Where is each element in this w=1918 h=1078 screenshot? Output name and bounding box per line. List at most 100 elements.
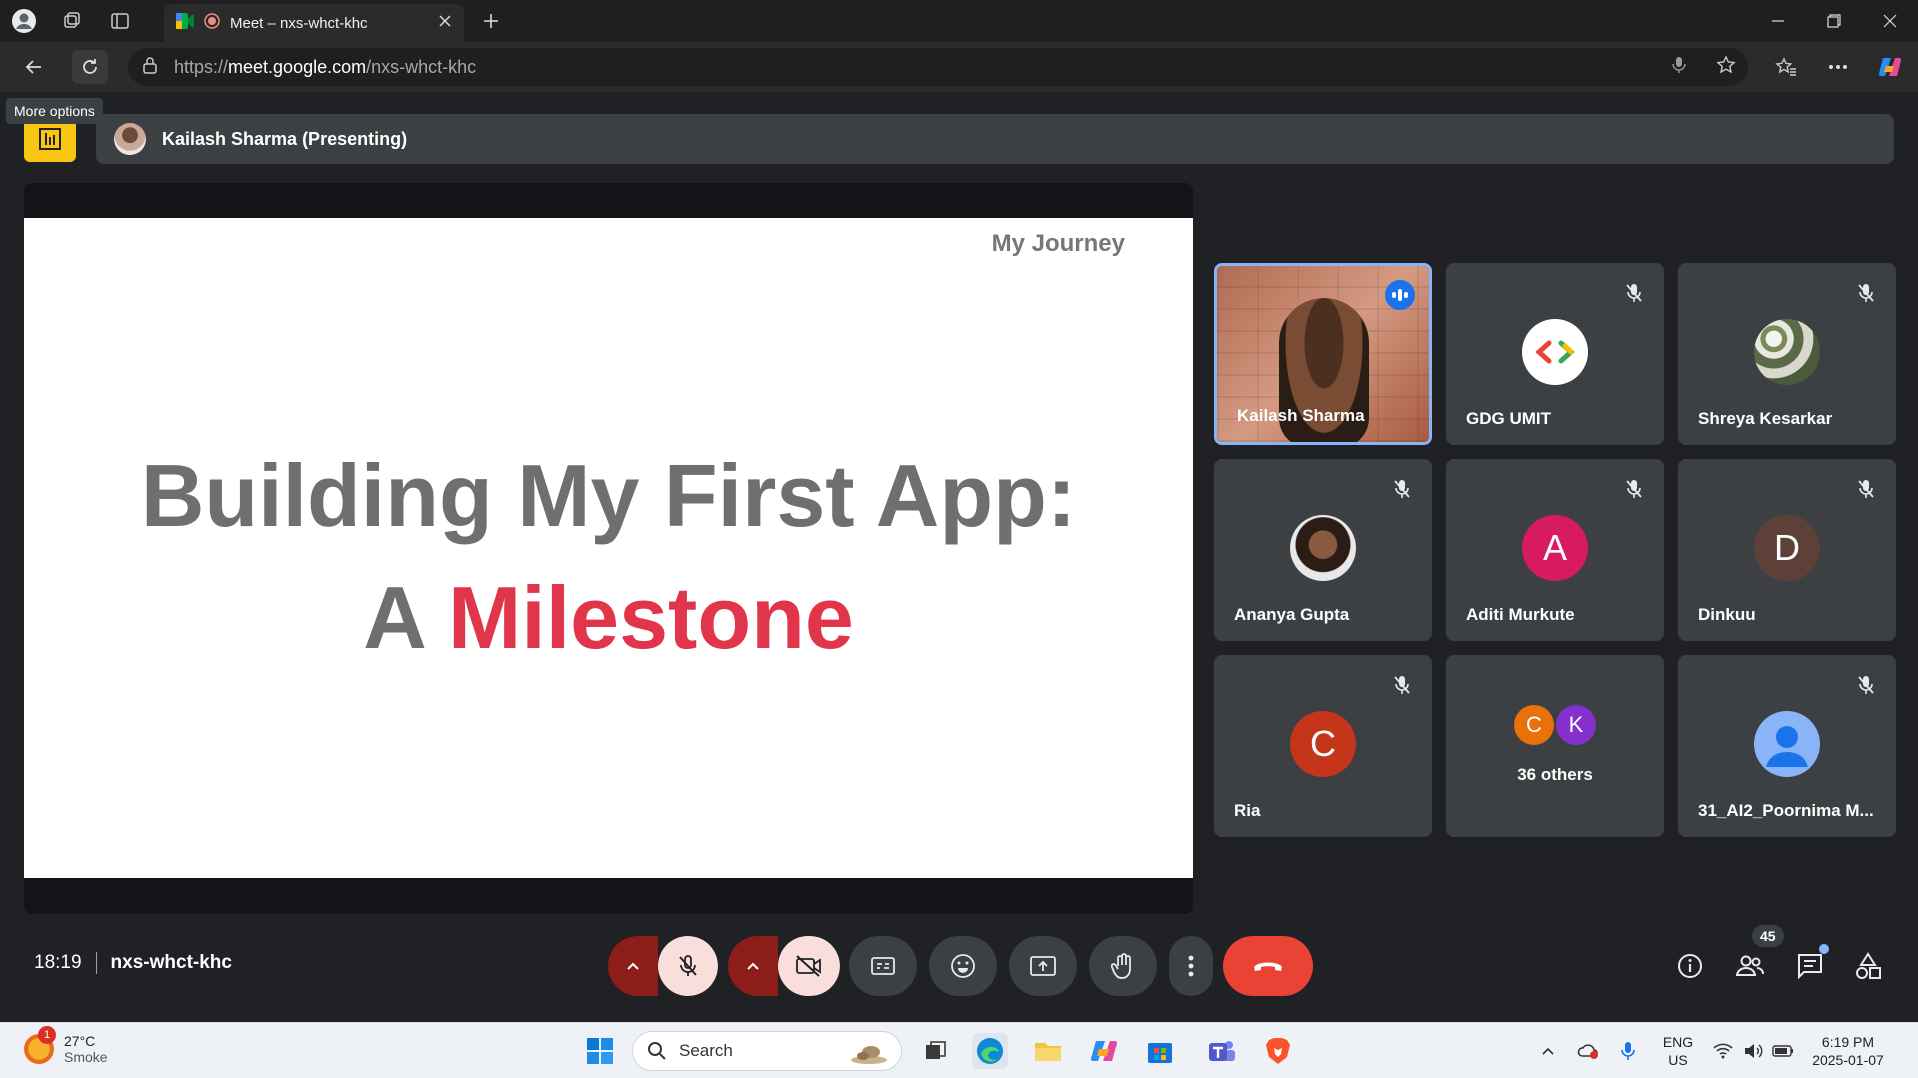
- participant-name: Shreya Kesarkar: [1698, 409, 1833, 428]
- mic-off-icon: [1390, 673, 1414, 697]
- meeting-details-icon[interactable]: [1668, 944, 1712, 988]
- participant-tile-kailash[interactable]: Kailash Sharma: [1214, 263, 1432, 445]
- participant-tile-poornima[interactable]: 31_AI2_Poornima M...: [1678, 655, 1896, 837]
- participant-name: Dinkuu: [1698, 605, 1756, 624]
- weather-temp: 27°C: [64, 1033, 96, 1049]
- address-bar[interactable]: https://meet.google.com/nxs-whct-khc: [128, 48, 1748, 86]
- mic-off-icon: [1854, 281, 1878, 305]
- participant-avatar: C: [1290, 711, 1356, 777]
- audio-settings-button[interactable]: [608, 936, 658, 996]
- slide-tag: My Journey: [991, 230, 1125, 257]
- wifi-icon[interactable]: [1708, 1043, 1738, 1059]
- mic-off-icon: [1854, 477, 1878, 501]
- brave-icon[interactable]: [1260, 1033, 1296, 1069]
- onedrive-icon[interactable]: [1568, 1042, 1608, 1060]
- people-icon[interactable]: [1728, 944, 1772, 988]
- workspaces-icon[interactable]: [48, 0, 96, 42]
- participant-name: Aditi Murkute: [1466, 605, 1575, 624]
- browser-tabbar: Meet – nxs-whct-khc: [0, 0, 1918, 42]
- start-icon[interactable]: [582, 1033, 618, 1069]
- copilot-icon[interactable]: [1872, 50, 1908, 84]
- participant-name: Kailash Sharma: [1237, 406, 1365, 425]
- mic-off-icon: [1622, 281, 1646, 305]
- slide-title-line1: Building My First App:: [140, 446, 1077, 545]
- participant-name: 31_AI2_Poornima M...: [1698, 801, 1874, 820]
- mic-off-button[interactable]: [658, 936, 718, 996]
- activities-icon[interactable]: [1846, 944, 1890, 988]
- camera-control: [728, 936, 840, 996]
- windows-taskbar: 1 27°C Smoke Search ENG US 6:19 PM 2025-…: [0, 1022, 1918, 1078]
- tab-meet[interactable]: Meet – nxs-whct-khc: [164, 4, 464, 42]
- microphone-control: [608, 936, 718, 996]
- weather-badge: 1: [38, 1026, 56, 1044]
- presenter-avatar: [114, 123, 146, 155]
- meeting-time: 18:19: [34, 952, 82, 973]
- taskbar-search[interactable]: Search: [632, 1031, 902, 1071]
- screen: Meet – nxs-whct-khc https://meet.google.…: [0, 0, 1918, 1078]
- restore-icon[interactable]: [1806, 0, 1862, 42]
- mic-off-icon: [1854, 673, 1878, 697]
- presenting-banner: Kailash Sharma (Presenting): [96, 114, 1894, 164]
- participant-tile-gdg[interactable]: GDG UMIT: [1446, 263, 1664, 445]
- participant-tile-ria[interactable]: C Ria: [1214, 655, 1432, 837]
- lock-icon[interactable]: [142, 56, 158, 79]
- copilot-taskbar-icon[interactable]: [1086, 1033, 1122, 1069]
- participant-avatar: C: [1514, 705, 1554, 745]
- camera-off-button[interactable]: [778, 936, 840, 996]
- present-now-button[interactable]: [1009, 936, 1077, 996]
- language-indicator[interactable]: ENG US: [1648, 1033, 1708, 1069]
- back-icon[interactable]: [16, 50, 52, 84]
- participant-tile-aditi[interactable]: A Aditi Murkute: [1446, 459, 1664, 641]
- favorites-icon[interactable]: [1768, 50, 1804, 84]
- close-window-icon[interactable]: [1862, 0, 1918, 42]
- meeting-code: nxs-whct-khc: [110, 952, 232, 973]
- chevron-up-icon[interactable]: [1528, 1046, 1568, 1056]
- reactions-button[interactable]: [929, 936, 997, 996]
- vertical-tabs-icon[interactable]: [96, 0, 144, 42]
- participant-tile-shreya[interactable]: Shreya Kesarkar: [1678, 263, 1896, 445]
- participant-avatar: [1290, 515, 1356, 581]
- window-controls: [1750, 0, 1918, 42]
- meet-favicon-icon: [176, 12, 194, 34]
- favorite-star-icon[interactable]: [1716, 54, 1736, 80]
- more-options-button[interactable]: [1169, 936, 1213, 996]
- volume-icon[interactable]: [1738, 1043, 1768, 1059]
- others-count-label: 36 others: [1517, 765, 1593, 784]
- mic-tray-icon[interactable]: [1608, 1041, 1648, 1061]
- file-explorer-icon[interactable]: [1030, 1033, 1066, 1069]
- mic-off-icon: [1390, 477, 1414, 501]
- participant-avatar: K: [1556, 705, 1596, 745]
- microphone-icon[interactable]: [1672, 56, 1686, 79]
- system-tray: ENG US 6:19 PM 2025-01-07: [1528, 1023, 1918, 1078]
- task-view-icon[interactable]: [918, 1033, 954, 1069]
- url-text: https://meet.google.com/nxs-whct-khc: [174, 56, 477, 77]
- clock[interactable]: 6:19 PM 2025-01-07: [1798, 1033, 1898, 1069]
- reload-icon[interactable]: [72, 50, 108, 84]
- battery-icon[interactable]: [1768, 1045, 1798, 1057]
- participant-name: GDG UMIT: [1466, 409, 1551, 428]
- default-avatar-icon: [1754, 711, 1820, 777]
- new-tab-button[interactable]: [476, 6, 506, 36]
- more-options-icon[interactable]: [1820, 50, 1856, 84]
- more-options-tooltip: More options: [6, 98, 103, 124]
- teams-icon[interactable]: [1204, 1033, 1240, 1069]
- video-settings-button[interactable]: [728, 936, 778, 996]
- minimize-icon[interactable]: [1750, 0, 1806, 42]
- participant-tile-ananya[interactable]: Ananya Gupta: [1214, 459, 1432, 641]
- leave-call-button[interactable]: [1223, 936, 1313, 996]
- store-icon[interactable]: [1142, 1033, 1178, 1069]
- participant-tile-dinkuu[interactable]: D Dinkuu: [1678, 459, 1896, 641]
- shared-slide: My Journey Building My First App: A Mile…: [24, 218, 1193, 878]
- chat-notification-dot: [1819, 944, 1829, 954]
- presenting-label: Kailash Sharma (Presenting): [162, 128, 408, 149]
- profile-icon[interactable]: [0, 0, 48, 42]
- captions-button[interactable]: [849, 936, 917, 996]
- edge-icon[interactable]: [972, 1033, 1008, 1069]
- participant-name: Ananya Gupta: [1234, 605, 1350, 624]
- raise-hand-button[interactable]: [1089, 936, 1157, 996]
- participant-tile-others[interactable]: C K 36 others: [1446, 655, 1664, 837]
- tab-title: Meet – nxs-whct-khc: [230, 14, 368, 32]
- meeting-info: 18:19 nxs-whct-khc: [34, 952, 232, 974]
- close-tab-icon[interactable]: [438, 14, 452, 33]
- weather-widget[interactable]: 1 27°C Smoke: [24, 1026, 108, 1065]
